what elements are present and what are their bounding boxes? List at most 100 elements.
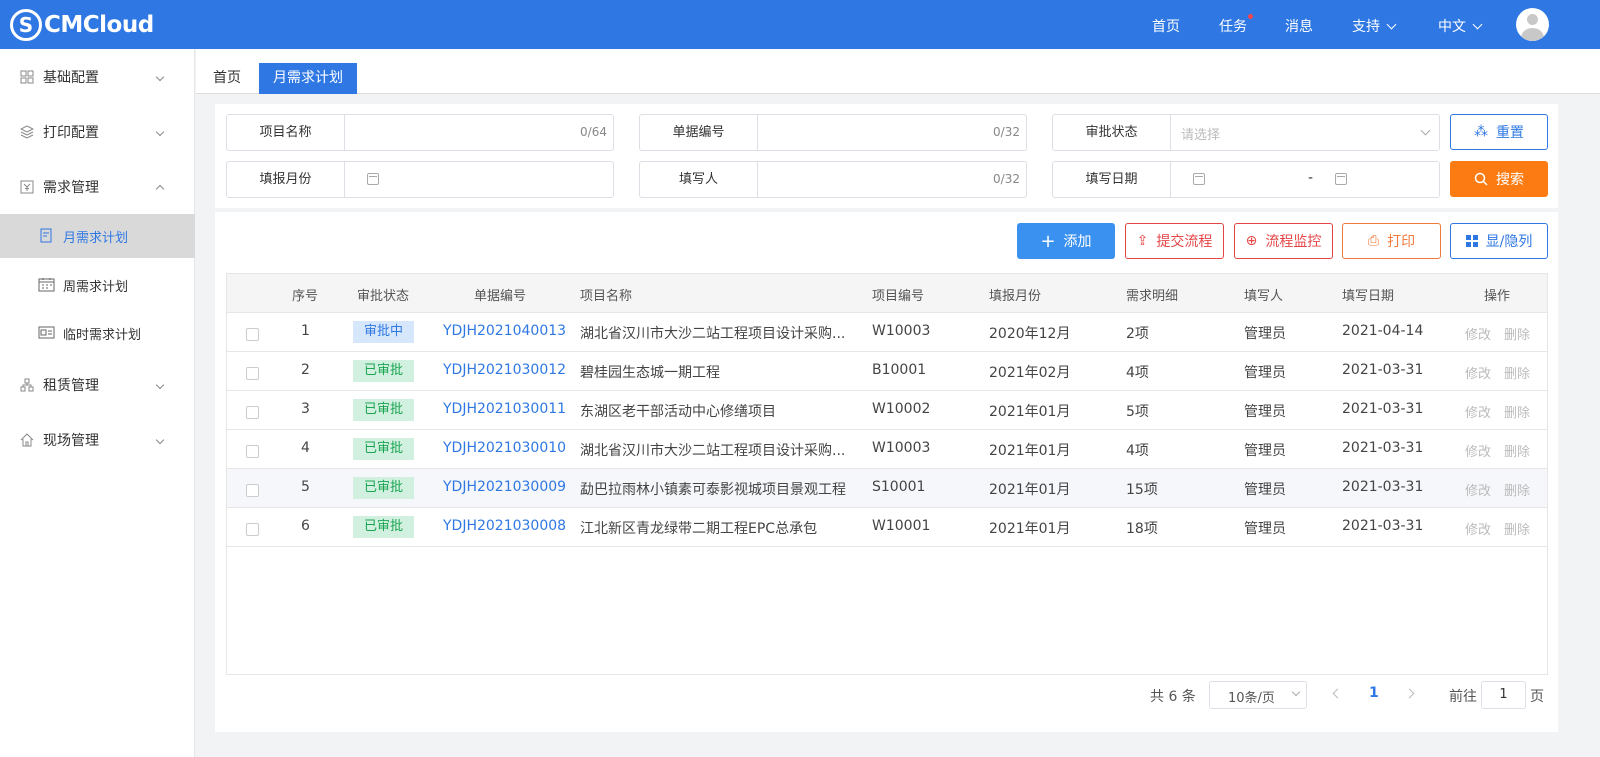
cell-detail: 5项: [1126, 404, 1149, 420]
select-placeholder: 请选择: [1181, 128, 1221, 143]
search-button[interactable]: 搜索: [1450, 161, 1548, 197]
cell-month: 2021年02月: [989, 365, 1071, 381]
table-row[interactable]: 3 已审批 YDJH2021030011 东湖区老干部活动中心修缮项目 W100…: [227, 391, 1547, 430]
goto-suffix: 页: [1530, 689, 1544, 705]
chevron-down-icon: [155, 72, 165, 82]
sidebar-item-site[interactable]: 现场管理: [0, 418, 195, 462]
requirement-icon: [20, 180, 34, 194]
target-icon: ⊕: [1245, 233, 1258, 249]
cell-project: 碧桂园生态城一期工程: [580, 365, 720, 381]
nav-support[interactable]: 支持: [1352, 16, 1397, 36]
cell-doc-link[interactable]: YDJH2021030008: [443, 518, 566, 534]
sidebar-subitem-weekly-plan[interactable]: 周需求计划: [0, 263, 195, 307]
cell-doc-link[interactable]: YDJH2021030011: [443, 401, 566, 417]
col-header-status: 审批状态: [357, 289, 410, 304]
row-checkbox[interactable]: [246, 406, 259, 419]
approval-status-select[interactable]: 审批状态 请选择: [1052, 114, 1440, 151]
sidebar-item-leasing[interactable]: 租赁管理: [0, 363, 195, 407]
cell-doc-link[interactable]: YDJH2021030012: [443, 362, 566, 378]
status-badge: 已审批: [353, 477, 414, 499]
cell-project: 湖北省汉川市大沙二站工程项目设计采购...: [580, 443, 846, 459]
filler-field[interactable]: 填写人 0/32: [639, 161, 1027, 198]
cell-no: 2: [301, 362, 310, 378]
sidebar-item-basic-config[interactable]: 基础配置: [0, 55, 195, 99]
cell-filler: 管理员: [1244, 326, 1286, 342]
fill-date-range[interactable]: 填写日期 -: [1052, 161, 1440, 198]
cell-doc-link[interactable]: YDJH2021030009: [443, 479, 566, 495]
tab-home[interactable]: 首页: [213, 63, 241, 94]
tab-monthly-plan[interactable]: 月需求计划: [259, 63, 357, 94]
chevron-down-icon: [155, 380, 165, 390]
cell-detail: 4项: [1126, 365, 1149, 381]
goto-page-input[interactable]: 1: [1481, 681, 1526, 709]
sidebar-item-label: 基础配置: [43, 70, 99, 86]
sidebar-subitem-label: 临时需求计划: [63, 328, 142, 343]
chevron-down-icon: [155, 435, 165, 445]
cell-code: W10003: [872, 440, 931, 456]
avatar[interactable]: [1516, 8, 1549, 41]
cell-doc-link[interactable]: YDJH2021040013: [443, 323, 566, 339]
table-row[interactable]: 1 审批中 YDJH2021040013 湖北省汉川市大沙二站工程项目设计采购.…: [227, 313, 1547, 352]
calendar-icon: [367, 173, 379, 185]
row-checkbox[interactable]: [246, 445, 259, 458]
table-row[interactable]: 6 已审批 YDJH2021030008 江北新区青龙绿带二期工程EPC总承包 …: [227, 508, 1547, 547]
cell-date: 2021-03-31: [1342, 362, 1424, 378]
current-page[interactable]: 1: [1369, 685, 1379, 701]
row-checkbox[interactable]: [246, 328, 259, 341]
add-button[interactable]: + 添加: [1017, 223, 1115, 259]
row-checkbox[interactable]: [246, 523, 259, 536]
table-row[interactable]: 4 已审批 YDJH2021030010 湖北省汉川市大沙二站工程项目设计采购.…: [227, 430, 1547, 469]
edit-link[interactable]: 修改: [1465, 363, 1491, 382]
project-name-field[interactable]: 项目名称 0/64: [226, 114, 614, 151]
status-badge: 审批中: [353, 321, 414, 343]
cell-code: W10002: [872, 401, 931, 417]
delete-link[interactable]: 删除: [1504, 402, 1530, 421]
edit-link[interactable]: 修改: [1465, 441, 1491, 460]
delete-link[interactable]: 删除: [1504, 441, 1530, 460]
logo[interactable]: S CMCloud: [10, 8, 154, 42]
sidebar-item-requirements[interactable]: 需求管理: [0, 165, 195, 209]
edit-link[interactable]: 修改: [1465, 324, 1491, 343]
toggle-columns-button[interactable]: 显/隐列: [1450, 223, 1548, 259]
nav-messages[interactable]: 消息: [1285, 16, 1313, 36]
chevron-down-icon: [1291, 687, 1301, 697]
edit-link[interactable]: 修改: [1465, 480, 1491, 499]
cell-filler: 管理员: [1244, 443, 1286, 459]
pagination-total: 共 6 条: [1150, 689, 1196, 705]
print-button[interactable]: ⎙ 打印: [1342, 223, 1441, 259]
table-row[interactable]: 2 已审批 YDJH2021030012 碧桂园生态城一期工程 B10001 2…: [227, 352, 1547, 391]
delete-link[interactable]: 删除: [1504, 363, 1530, 382]
cell-doc-link[interactable]: YDJH2021030010: [443, 440, 566, 456]
nav-tasks-label: 任务: [1219, 19, 1247, 35]
nav-language[interactable]: 中文: [1438, 16, 1483, 36]
row-checkbox[interactable]: [246, 484, 259, 497]
cell-project: 湖北省汉川市大沙二站工程项目设计采购...: [580, 326, 846, 342]
reset-button[interactable]: ⁂ 重置: [1450, 114, 1548, 150]
char-counter: 0/32: [993, 125, 1020, 139]
edit-link[interactable]: 修改: [1465, 519, 1491, 538]
table-row[interactable]: 5 已审批 YDJH2021030009 勐巴拉雨林小镇素可泰影视城项目景观工程…: [227, 469, 1547, 508]
delete-link[interactable]: 删除: [1504, 480, 1530, 499]
delete-link[interactable]: 删除: [1504, 324, 1530, 343]
monitor-flow-button[interactable]: ⊕ 流程监控: [1234, 223, 1333, 259]
delete-link[interactable]: 删除: [1504, 519, 1530, 538]
edit-link[interactable]: 修改: [1465, 402, 1491, 421]
page-size-select[interactable]: 10条/页: [1209, 681, 1307, 709]
sidebar-item-print-config[interactable]: 打印配置: [0, 110, 195, 154]
doc-number-field[interactable]: 单据编号 0/32: [639, 114, 1027, 151]
nav-tasks[interactable]: 任务: [1219, 14, 1253, 36]
add-label: 添加: [1063, 234, 1092, 250]
cell-filler: 管理员: [1244, 521, 1286, 537]
status-badge: 已审批: [353, 438, 414, 460]
report-month-field[interactable]: 填报月份: [226, 161, 614, 198]
layers-icon: [20, 125, 34, 139]
col-header-code: 项目编号: [872, 289, 925, 304]
status-badge: 已审批: [353, 360, 414, 382]
calendar-icon: [1193, 173, 1205, 185]
sidebar-subitem-temp-plan[interactable]: 临时需求计划: [0, 311, 195, 355]
row-checkbox[interactable]: [246, 367, 259, 380]
submit-flow-button[interactable]: ⇪ 提交流程: [1125, 223, 1224, 259]
cell-date: 2021-03-31: [1342, 479, 1424, 495]
nav-home[interactable]: 首页: [1152, 16, 1180, 36]
sidebar-subitem-monthly-plan[interactable]: 月需求计划: [0, 214, 195, 258]
